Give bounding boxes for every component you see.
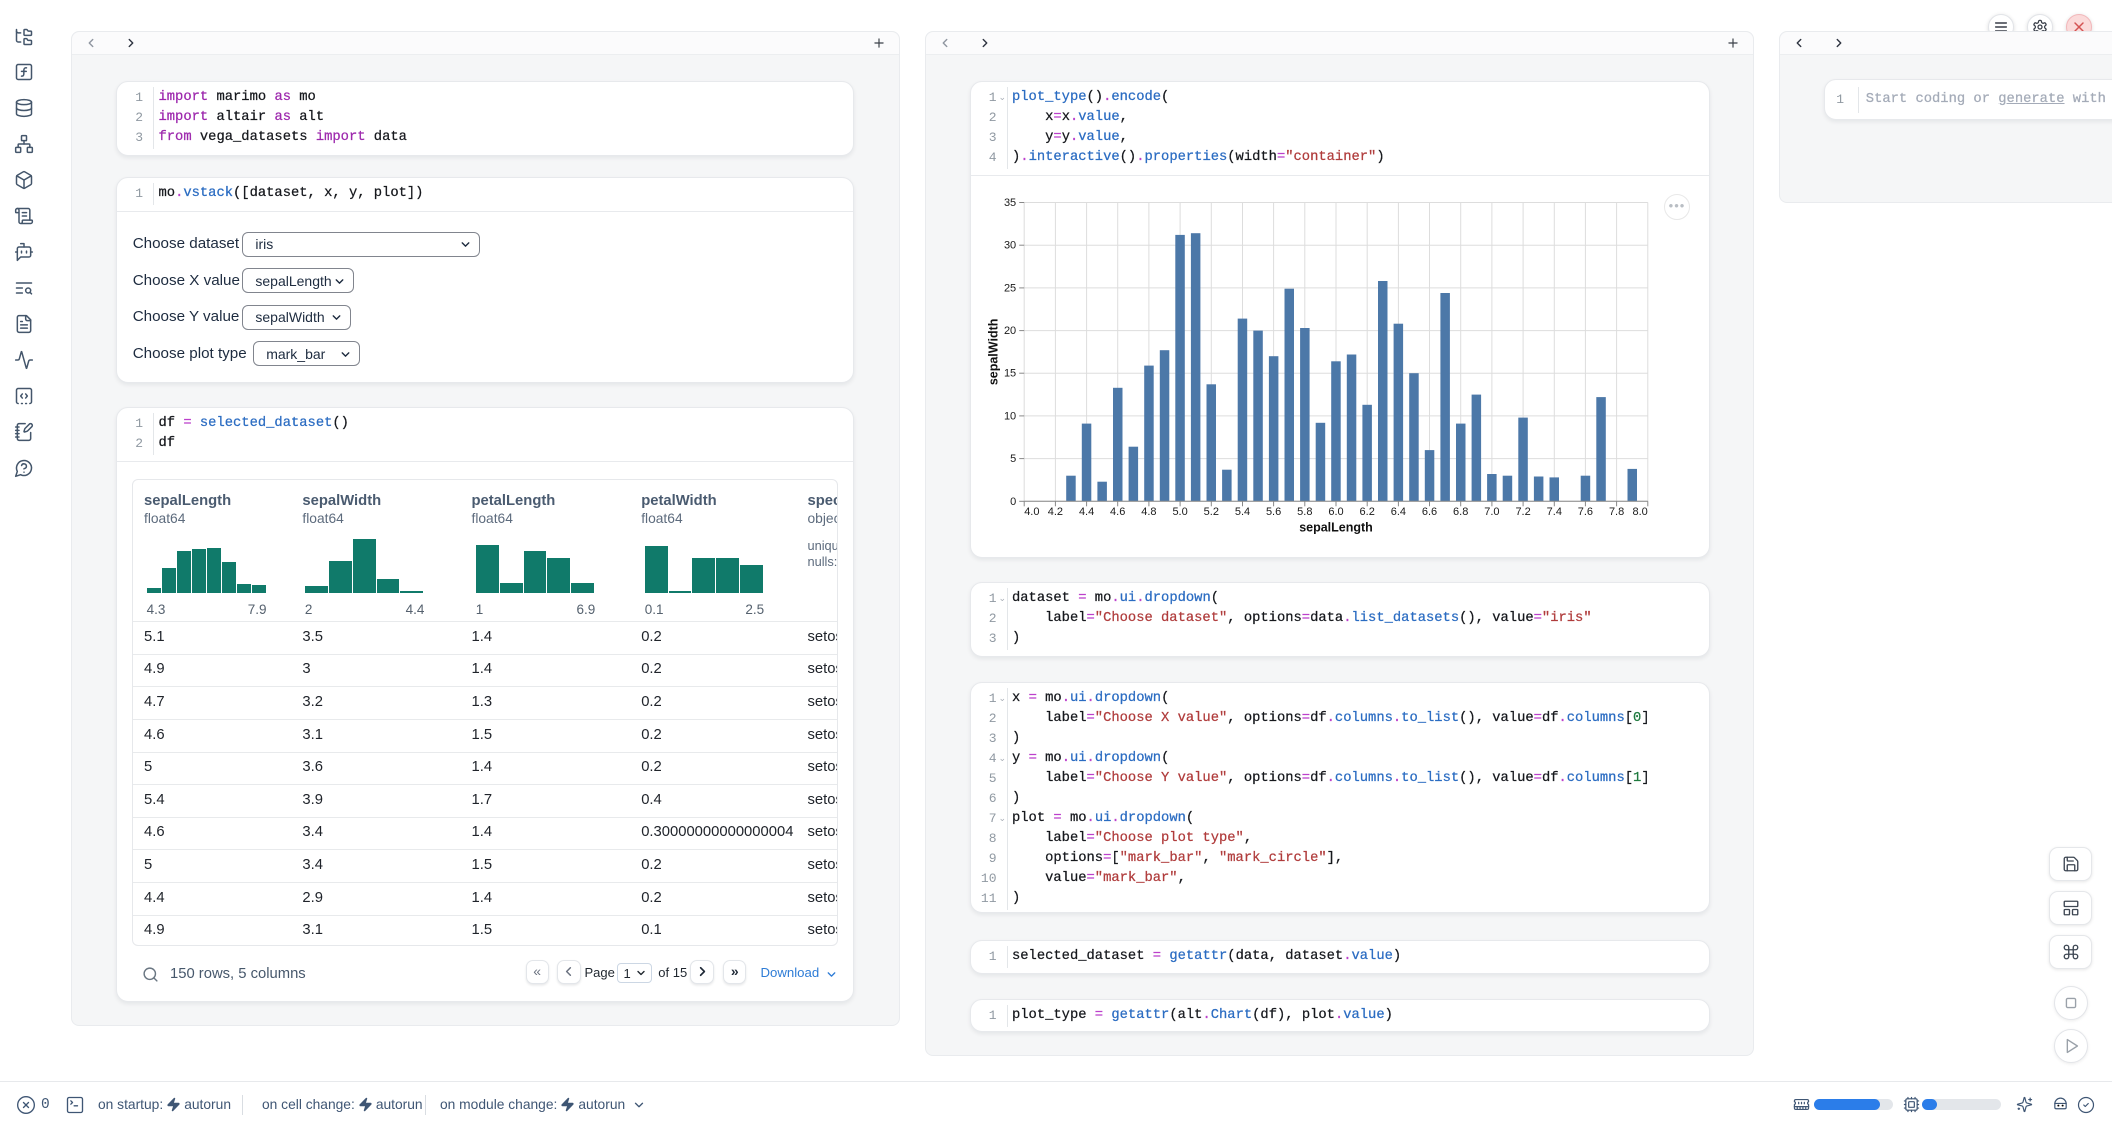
svg-text:5.6: 5.6	[1265, 506, 1280, 518]
svg-text:4.6: 4.6	[1110, 506, 1125, 518]
svg-text:6.6: 6.6	[1421, 506, 1436, 518]
svg-text:5.4: 5.4	[1234, 506, 1249, 518]
svg-text:4.0: 4.0	[1024, 506, 1039, 518]
svg-text:35: 35	[1003, 197, 1015, 209]
svg-text:7.0: 7.0	[1484, 506, 1499, 518]
svg-text:5: 5	[1010, 453, 1016, 465]
svg-text:8.0: 8.0	[1632, 506, 1647, 518]
svg-text:0: 0	[1010, 496, 1016, 508]
svg-text:4.2: 4.2	[1047, 506, 1062, 518]
svg-text:7.8: 7.8	[1608, 506, 1623, 518]
svg-text:6.8: 6.8	[1453, 506, 1468, 518]
svg-text:6.4: 6.4	[1390, 506, 1405, 518]
svg-text:4.4: 4.4	[1078, 506, 1093, 518]
svg-text:6.2: 6.2	[1359, 506, 1374, 518]
svg-text:5.2: 5.2	[1203, 506, 1218, 518]
svg-text:7.2: 7.2	[1515, 506, 1530, 518]
svg-text:7.6: 7.6	[1577, 506, 1592, 518]
svg-text:sepalWidth: sepalWidth	[986, 319, 1000, 386]
svg-text:5.0: 5.0	[1172, 506, 1187, 518]
svg-text:6.0: 6.0	[1328, 506, 1343, 518]
svg-text:4.8: 4.8	[1141, 506, 1156, 518]
svg-text:7.4: 7.4	[1546, 506, 1561, 518]
svg-text:15: 15	[1003, 368, 1015, 380]
svg-text:10: 10	[1003, 410, 1015, 422]
svg-text:5.8: 5.8	[1297, 506, 1312, 518]
svg-text:sepalLength: sepalLength	[1299, 520, 1373, 534]
svg-text:30: 30	[1003, 240, 1015, 252]
svg-text:20: 20	[1003, 325, 1015, 337]
svg-text:25: 25	[1003, 282, 1015, 294]
